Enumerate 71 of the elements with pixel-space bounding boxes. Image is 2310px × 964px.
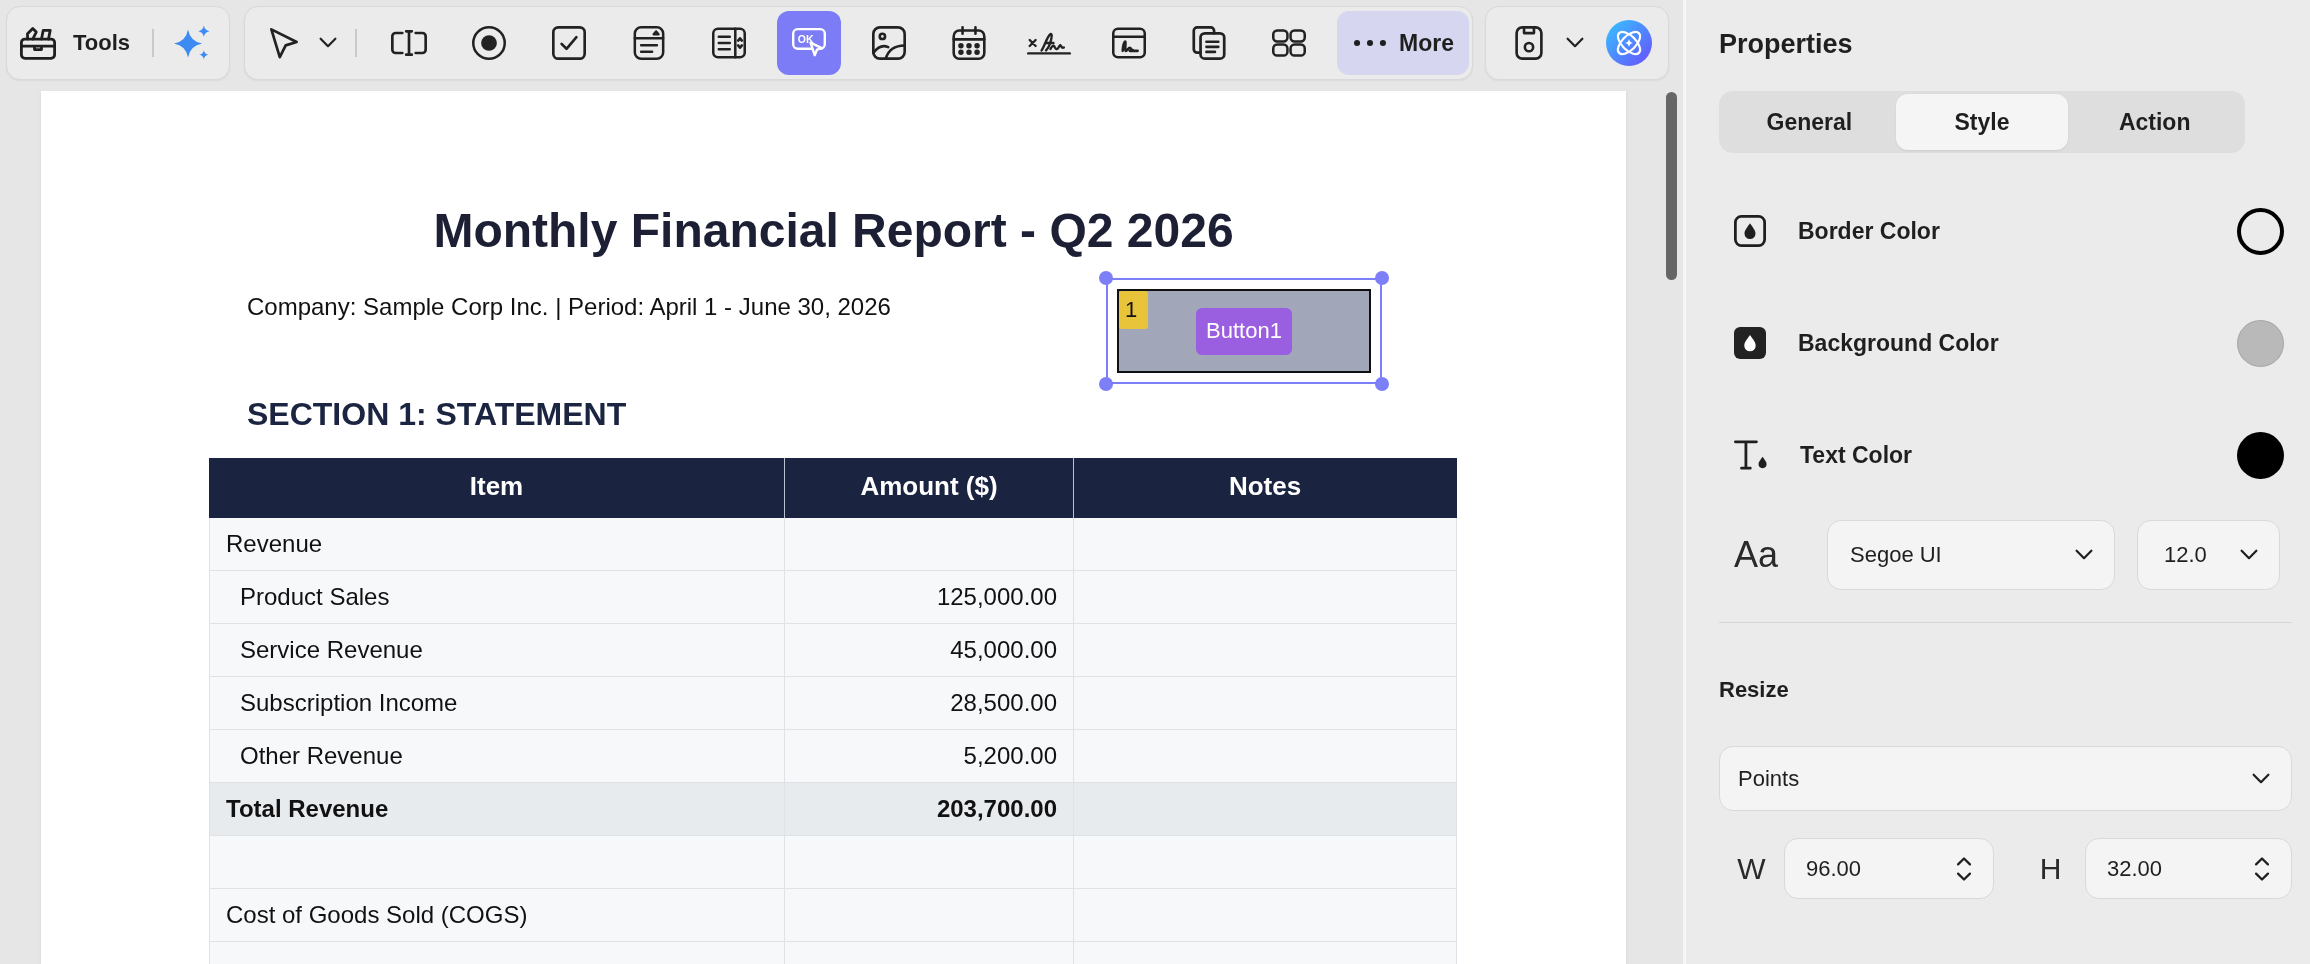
checkbox-icon <box>552 26 586 60</box>
table-cell: 125,000.00 <box>785 571 1074 624</box>
table-cell: 5,200.00 <box>785 730 1074 783</box>
copy-icon <box>1192 26 1226 60</box>
stepper-icon <box>1957 856 1971 881</box>
resize-handle[interactable] <box>1099 377 1113 391</box>
width-input[interactable]: 96.00 <box>1784 838 1994 899</box>
orbit-logo-icon[interactable] <box>1606 20 1652 66</box>
caret-icon <box>2253 773 2269 784</box>
report-title: Monthly Financial Report - Q2 2026 <box>432 203 1235 259</box>
resize-handle[interactable] <box>1099 271 1113 285</box>
table-cell: Other Revenue <box>209 730 785 783</box>
sparkle-icon[interactable] <box>174 25 211 61</box>
field-name-label: Button1 <box>1196 307 1292 355</box>
property-label: Background Color <box>1798 329 2000 357</box>
dropdown-field-icon <box>632 26 666 60</box>
list-box-icon <box>712 26 746 60</box>
column-header: Amount ($) <box>785 458 1074 518</box>
width-label: W <box>1736 851 1767 886</box>
tab[interactable]: Style <box>1895 94 2069 150</box>
table-cell: 28,500.00 <box>785 677 1074 730</box>
column-header: Item <box>209 458 785 518</box>
height-label: H <box>2038 851 2063 886</box>
signature-box-icon <box>1112 26 1146 60</box>
resize-handle[interactable] <box>1375 271 1389 285</box>
font-size-dropdown[interactable]: 12.0 <box>2137 520 2280 590</box>
field-index-badge: 1 <box>1119 291 1148 329</box>
table-cell: Service Revenue <box>209 624 785 677</box>
more-button[interactable]: More <box>1337 11 1469 75</box>
section-label: Resize <box>1719 676 1789 703</box>
report-subtitle: Company: Sample Corp Inc. | Period: April 1 - June 30, 2026 <box>247 292 891 321</box>
caret-icon <box>2241 550 2257 560</box>
color-swatch-icon[interactable] <box>2237 207 2284 255</box>
text-field-icon <box>390 30 428 56</box>
table-cell: 203,700.00 <box>785 783 1074 836</box>
floppy-icon <box>1512 26 1546 60</box>
font-family-dropdown[interactable]: Segoe UI <box>1827 520 2115 590</box>
property-label: Text Color <box>1800 441 1914 469</box>
image-icon <box>872 26 906 60</box>
property-label: Border Color <box>1798 217 1941 245</box>
panel-title: Properties <box>1719 28 1853 61</box>
stepper-icon <box>2255 856 2269 881</box>
ellipsis-icon <box>1354 39 1386 47</box>
droplet-tile-icon <box>1734 327 1766 359</box>
table-cell: Subscription Income <box>209 677 785 730</box>
table-cell: Revenue <box>209 518 785 571</box>
scrollbar-thumb[interactable] <box>1666 92 1677 280</box>
caret-icon <box>1567 38 1583 48</box>
font-label: Aa <box>1734 535 1780 575</box>
resize-handle[interactable] <box>1375 377 1389 391</box>
column-header: Notes <box>1074 458 1457 518</box>
table-cell: Cost of Goods Sold (COGS) <box>209 889 785 942</box>
radio-icon <box>472 26 506 60</box>
text-droplet-icon <box>1734 438 1768 472</box>
table-cell: Total Revenue <box>209 783 785 836</box>
section-heading: SECTION 1: STATEMENT <box>247 395 627 433</box>
tab[interactable]: General <box>1723 94 1896 150</box>
grid-icon <box>1272 26 1306 60</box>
unit-dropdown[interactable]: Points <box>1719 746 2292 811</box>
table-cell: 45,000.00 <box>785 624 1074 677</box>
height-input[interactable]: 32.00 <box>2085 838 2292 899</box>
tab[interactable]: Action <box>2068 94 2241 150</box>
cursor-icon <box>269 28 299 58</box>
caret-icon <box>2076 550 2092 560</box>
caret-icon <box>320 38 336 48</box>
table-cell: Product Sales <box>209 571 785 624</box>
calendar-icon <box>952 26 986 60</box>
form-button-field[interactable]: 1 Button1 <box>1117 289 1371 373</box>
toolbox-icon <box>20 25 56 61</box>
tools-button[interactable]: Tools <box>14 13 137 73</box>
droplet-square-icon <box>1734 215 1766 247</box>
